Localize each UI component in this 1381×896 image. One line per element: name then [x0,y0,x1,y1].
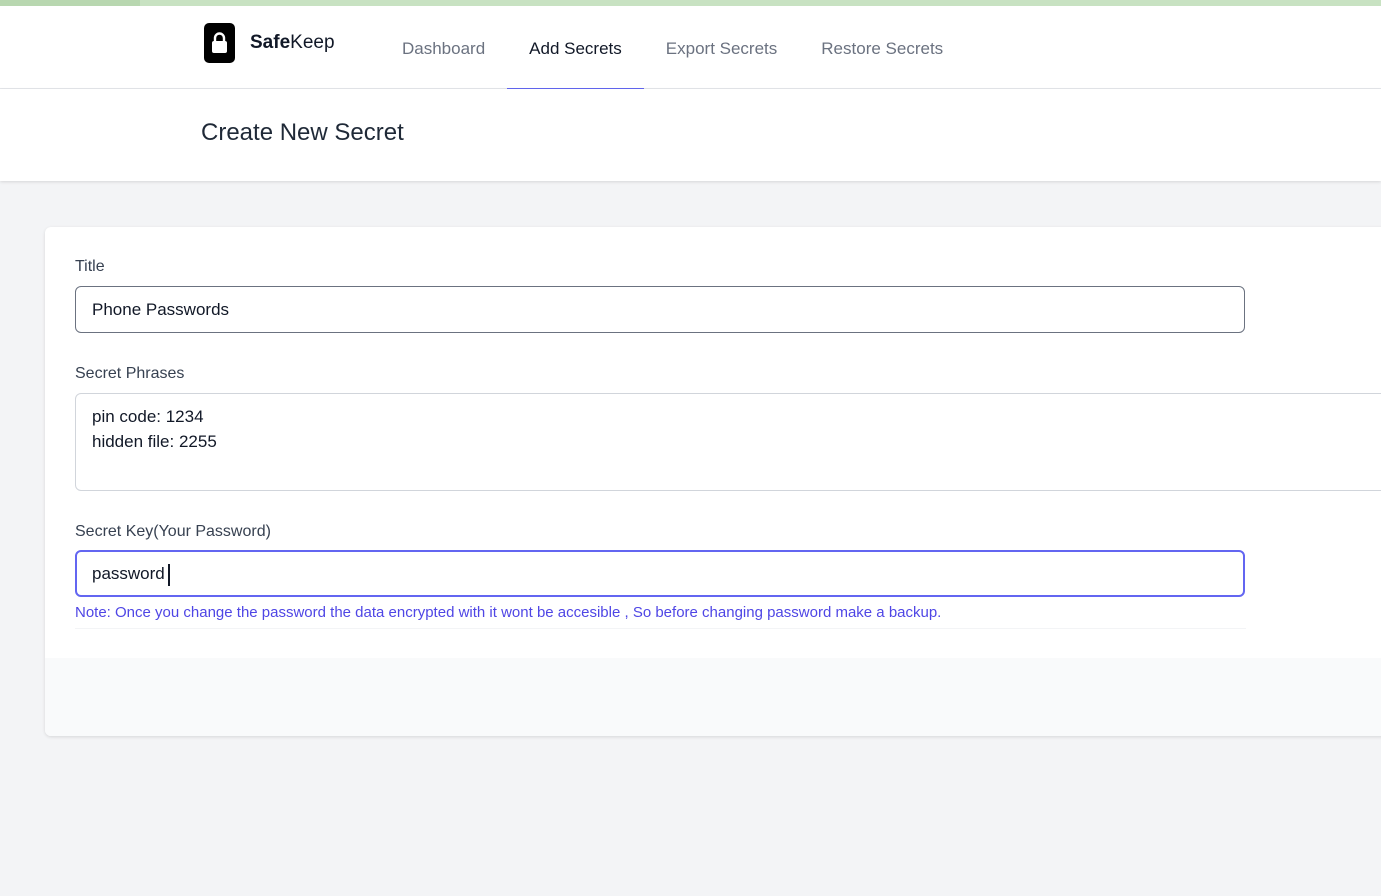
secret-key-label: Secret Key(Your Password) [75,523,271,540]
tab-add-secrets[interactable]: Add Secrets [507,8,644,90]
secret-phrases-label: Secret Phrases [75,365,185,382]
password-note: Note: Once you change the password the d… [75,604,1246,629]
brand-name-bold: Safe [250,32,291,53]
tab-dashboard[interactable]: Dashboard [380,8,507,89]
top-strip-accent [0,0,140,6]
title-label: Title [75,258,105,275]
card-footer [45,658,1381,736]
secret-phrases-textarea[interactable]: pin code: 1234 hidden file: 2255 [75,393,1381,491]
tab-label: Dashboard [402,38,486,58]
nav-tabs: Dashboard Add Secrets Export Secrets Res… [380,8,965,90]
tab-export-secrets[interactable]: Export Secrets [644,8,800,89]
tab-label: Add Secrets [529,38,622,58]
brand-name: SafeKeep [250,32,335,54]
top-strip [0,0,1381,8]
tab-restore-secrets[interactable]: Restore Secrets [799,8,965,89]
page-title: Create New Secret [201,119,404,146]
title-input[interactable] [75,286,1245,333]
navbar: SafeKeep Dashboard Add Secrets Export Se… [0,8,1381,90]
secret-form-card: Title Secret Phrases pin code: 1234 hidd… [45,227,1381,736]
brand-name-rest: Keep [290,32,335,53]
page-header: Create New Secret [0,89,1381,181]
tab-label: Restore Secrets [821,38,944,58]
tab-label: Export Secrets [665,38,778,58]
text-caret [168,564,170,586]
secret-key-input[interactable] [75,550,1245,597]
top-progress-strip [0,0,1381,6]
lock-icon [204,23,235,63]
brand[interactable]: SafeKeep [204,23,335,63]
